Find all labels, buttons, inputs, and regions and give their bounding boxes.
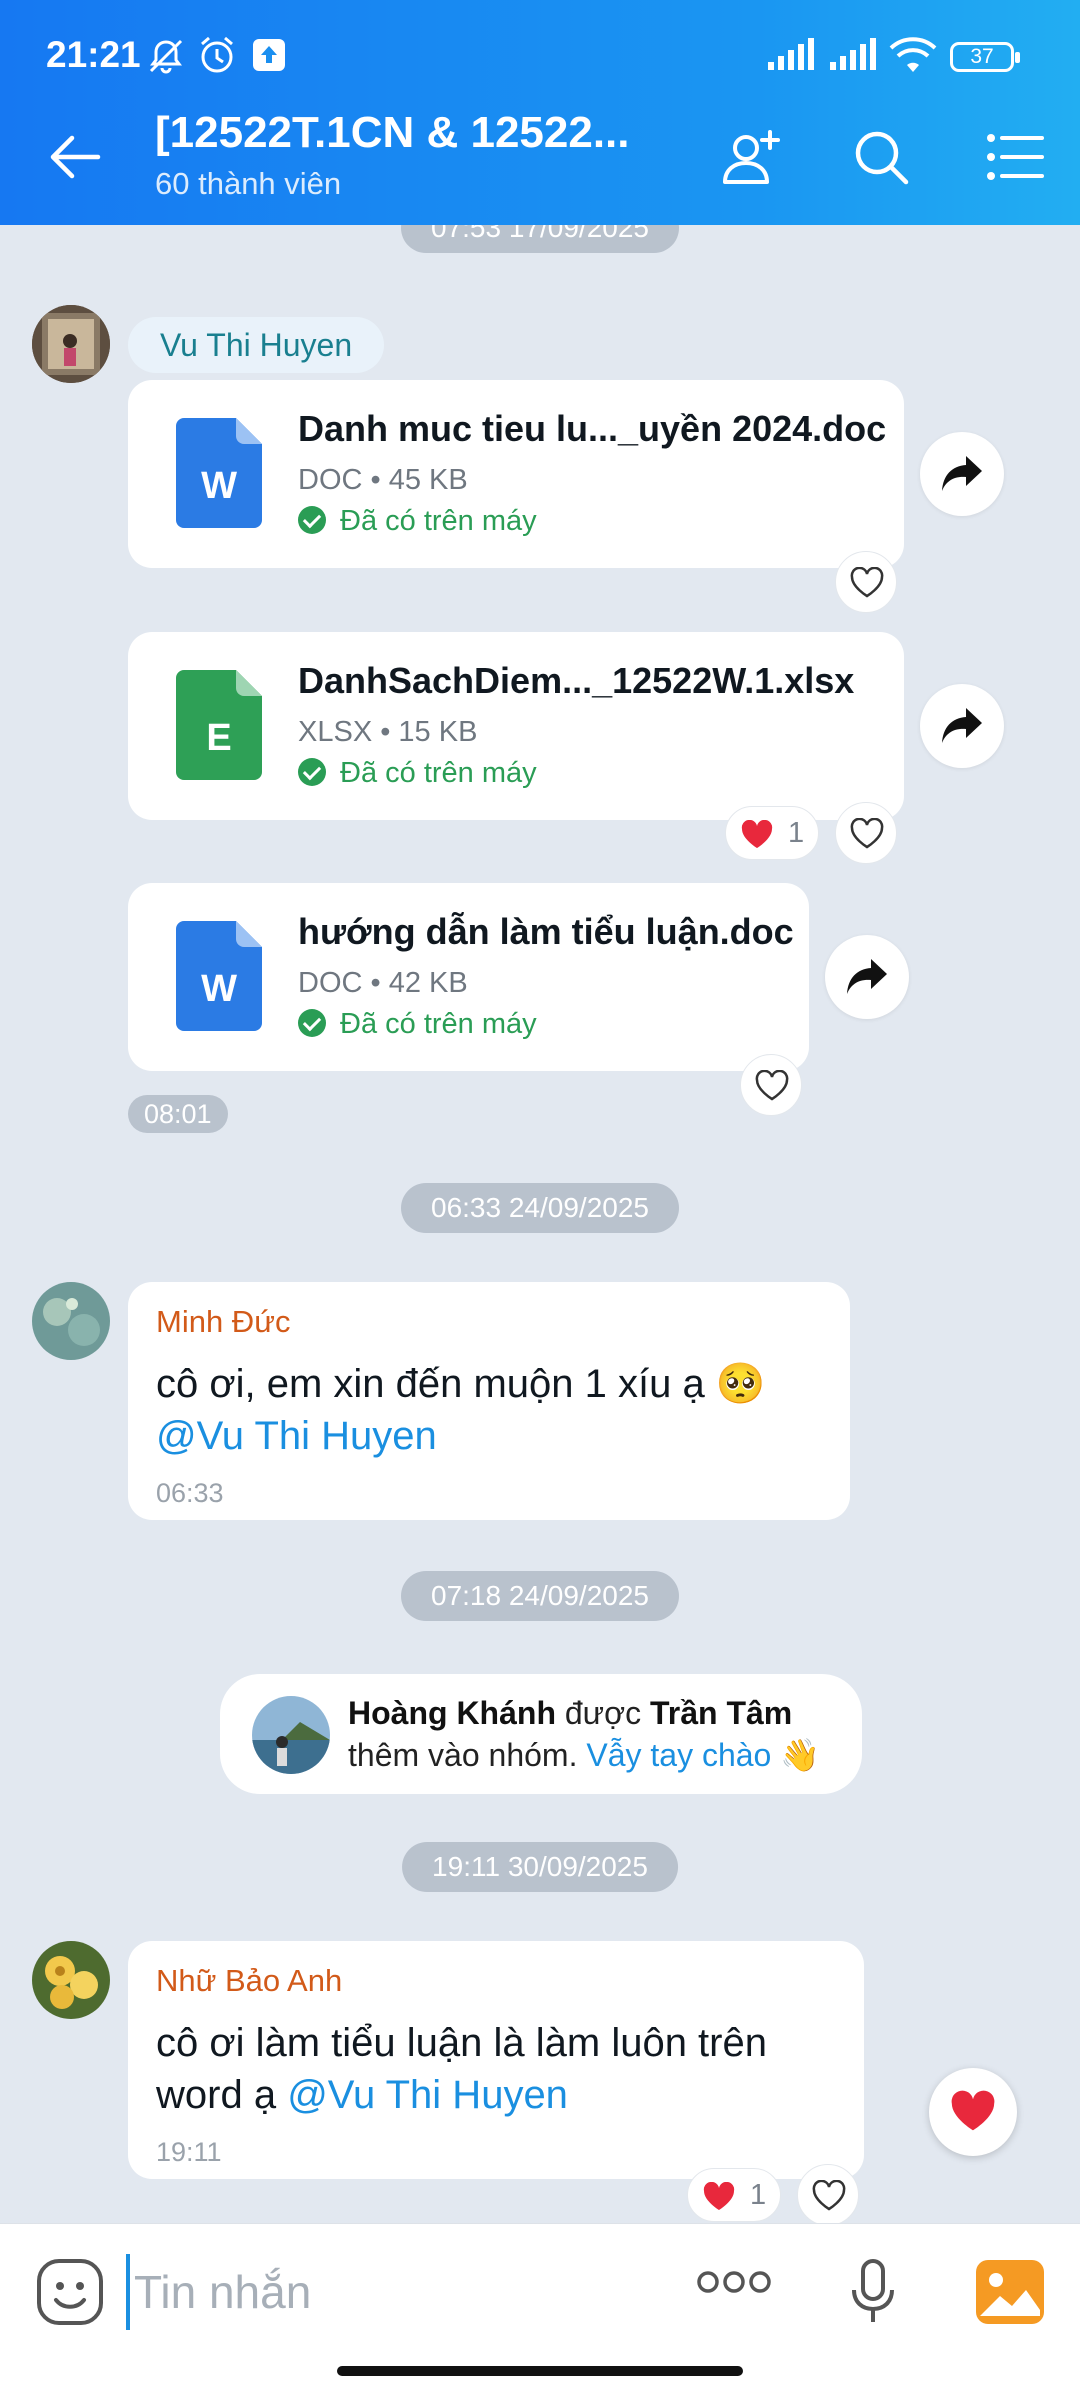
svg-text:W: W [201, 968, 237, 1010]
avatar-photo [32, 305, 110, 383]
top-bar: 21:21 37 [12522T.1CN & 12522... 60 thành… [0, 0, 1080, 225]
alarm-icon [201, 36, 233, 73]
message-time: 06:33 [156, 1478, 224, 1508]
date-separator: 19:11 30/09/2025 [402, 1842, 678, 1892]
share-arrow-icon [942, 708, 982, 743]
file-message-1[interactable]: W Danh muc tieu lu..._uyền 2024.doc DOC … [128, 380, 904, 568]
avatar-photo [252, 1696, 330, 1774]
system-message-text: Hoàng Khánh được Trần Tâm thêm vào nhóm.… [348, 1695, 821, 1773]
heart-outline-icon [755, 1070, 789, 1101]
message-time: 08:01 [128, 1095, 228, 1133]
chat-area[interactable]: 07:53 17/09/2025 Vu Thi Huyen W Danh muc… [0, 225, 1080, 2223]
check-circle-icon [298, 758, 326, 786]
svg-text:W: W [201, 465, 237, 507]
avatar-nhu-bao-anh[interactable] [32, 1941, 110, 2019]
file-name: hướng dẫn làm tiểu luận.doc [298, 911, 794, 952]
search-icon[interactable] [852, 128, 910, 186]
back-arrow-icon[interactable] [48, 130, 102, 184]
heart-filled-icon [703, 2182, 735, 2210]
avatar-hoang-khanh[interactable] [252, 1696, 330, 1774]
sticker-emoji-icon[interactable] [36, 2258, 104, 2326]
battery-indicator: 37 [950, 42, 1020, 72]
member-count[interactable]: 60 thành viên [155, 166, 341, 202]
react-heart-button[interactable] [835, 802, 897, 864]
date-separator: 07:18 24/09/2025 [401, 1571, 679, 1621]
wifi-icon [889, 37, 937, 72]
system-message: Hoàng Khánh được Trần Tâm thêm vào nhóm.… [220, 1674, 862, 1794]
file-meta: DOC • 42 KB [298, 967, 468, 999]
excel-sheet-icon: E [176, 670, 262, 780]
reaction-count[interactable]: 1 [687, 2168, 782, 2222]
file-name: Danh muc tieu lu..._uyền 2024.doc [298, 408, 887, 449]
quick-heart-button[interactable] [929, 2068, 1017, 2156]
status-time: 21:21 [46, 34, 141, 75]
share-button[interactable] [920, 432, 1004, 516]
heart-outline-icon [850, 818, 884, 849]
word-doc-icon: W [176, 921, 262, 1031]
file-name: DanhSachDiem..._12522W.1.xlsx [298, 660, 855, 701]
date-separator: 06:33 24/09/2025 [401, 1183, 679, 1233]
signal-icon-2 [830, 38, 876, 70]
share-arrow-icon [942, 456, 982, 491]
react-heart-button[interactable] [740, 1054, 802, 1116]
message-time: 19:11 [156, 2137, 222, 2167]
avatar-vu-thi-huyen[interactable] [32, 305, 110, 383]
react-heart-button[interactable] [797, 2164, 859, 2223]
heart-filled-icon [741, 820, 773, 848]
menu-list-icon[interactable] [986, 132, 1044, 182]
avatar-photo [32, 1941, 110, 2019]
share-arrow-icon [847, 959, 887, 994]
file-status: Đã có trên máy [298, 757, 537, 790]
message-text: cô ơi, em xin đến muộn 1 xíu ạ 🥺 @Vu Thi… [156, 1362, 766, 1458]
word-doc-icon: W [176, 418, 262, 528]
sender-name-vu-thi-huyen[interactable]: Vu Thi Huyen [128, 317, 385, 373]
message-input[interactable] [126, 2254, 656, 2330]
check-circle-icon [298, 1009, 326, 1037]
wave-hello-link[interactable]: Vẫy tay chào 👋 [586, 1737, 820, 1773]
file-message-2[interactable]: E DanhSachDiem..._12522W.1.xlsx XLSX • 1… [128, 632, 904, 820]
date-separator: 07:53 17/09/2025 [401, 225, 679, 253]
react-heart-button[interactable] [835, 551, 897, 613]
svg-text:E: E [206, 717, 231, 759]
message-text: cô ơi làm tiểu luận là làm luôn trên wor… [156, 2021, 767, 2117]
file-status: Đã có trên máy [298, 505, 537, 538]
home-indicator [337, 2366, 743, 2376]
heart-outline-icon [812, 2180, 846, 2211]
sender-name[interactable]: Minh Đức [156, 1304, 290, 1340]
add-member-icon[interactable] [720, 128, 782, 190]
microphone-icon[interactable] [848, 2258, 898, 2326]
heart-outline-icon [850, 567, 884, 598]
group-title[interactable]: [12522T.1CN & 12522... [155, 108, 630, 158]
status-bar: 21:21 37 [0, 0, 1080, 100]
signal-icon-1 [768, 38, 814, 70]
check-circle-icon [298, 506, 326, 534]
heart-filled-icon [951, 2090, 995, 2131]
file-meta: DOC • 45 KB [298, 464, 468, 496]
avatar-photo [32, 1282, 110, 1360]
file-status: Đã có trên máy [298, 1008, 537, 1041]
file-message-3[interactable]: W hướng dẫn làm tiểu luận.doc DOC • 42 K… [128, 883, 809, 1071]
reaction-count[interactable]: 1 [725, 806, 820, 860]
upload-notification-icon [253, 39, 285, 71]
avatar-minh-duc[interactable] [32, 1282, 110, 1360]
more-options-icon[interactable] [696, 2268, 772, 2296]
message-bubble-minh-duc[interactable]: Minh Đức cô ơi, em xin đến muộn 1 xíu ạ … [128, 1282, 850, 1520]
mention-link[interactable]: @Vu Thi Huyen [287, 2073, 568, 2117]
mute-bell-icon [149, 39, 183, 74]
message-bubble-nhu-bao-anh[interactable]: Nhữ Bảo Anh cô ơi làm tiểu luận là làm l… [128, 1941, 864, 2179]
image-gallery-icon[interactable] [976, 2260, 1044, 2324]
file-meta: XLSX • 15 KB [298, 716, 478, 748]
mention-link[interactable]: @Vu Thi Huyen [156, 1414, 437, 1458]
share-button[interactable] [825, 935, 909, 1019]
sender-name[interactable]: Nhữ Bảo Anh [156, 1963, 342, 1999]
share-button[interactable] [920, 684, 1004, 768]
